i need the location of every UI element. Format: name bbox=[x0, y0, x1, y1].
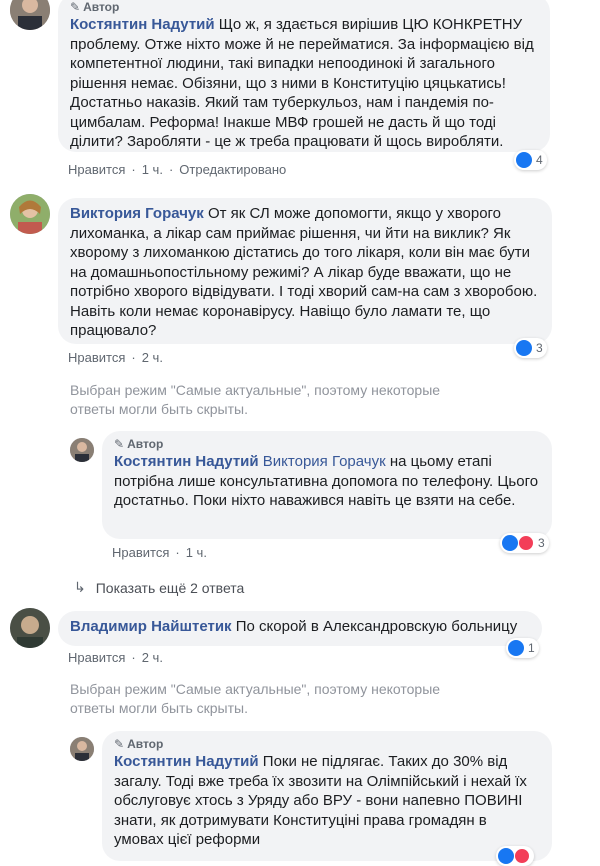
comment-text: По скорой в Александровскую больницу bbox=[235, 618, 518, 635]
like-icon bbox=[502, 535, 518, 551]
comment-actions: Нравится · 2 ч. bbox=[68, 650, 163, 665]
like-icon bbox=[508, 640, 524, 656]
pencil-icon: ✎ bbox=[114, 437, 125, 451]
like-button[interactable]: Нравится bbox=[68, 350, 125, 365]
reaction-count[interactable]: 1 bbox=[506, 638, 539, 658]
comment-author[interactable]: Костянтин Надутий bbox=[114, 453, 259, 470]
avatar[interactable] bbox=[70, 438, 94, 462]
like-button[interactable]: Нравится bbox=[68, 162, 125, 177]
timestamp[interactable]: 1 ч. bbox=[142, 162, 163, 177]
reaction-count[interactable]: 3 bbox=[514, 338, 547, 358]
avatar[interactable] bbox=[10, 194, 50, 234]
mention-link[interactable]: Виктория Горачук bbox=[263, 453, 386, 470]
pencil-icon: ✎ bbox=[70, 0, 81, 14]
like-icon bbox=[516, 340, 532, 356]
edited-label[interactable]: Отредактировано bbox=[179, 162, 286, 177]
comment-actions: Нравится · 1 ч. · Отредактировано bbox=[68, 162, 287, 177]
comment-author[interactable]: Костянтин Надутий bbox=[114, 753, 259, 770]
reaction-count[interactable]: 4 bbox=[514, 150, 547, 170]
show-more-replies[interactable]: ↳ Показать ещё 2 ответа bbox=[74, 579, 244, 596]
comment-text: Що ж, я здається вирішив ЦЮ КОНКРЕТНУ пр… bbox=[70, 16, 534, 150]
comment-bubble: Владимир Найштетик По скорой в Александр… bbox=[58, 611, 542, 646]
author-badge: ✎ Автор bbox=[70, 0, 120, 14]
timestamp[interactable]: 2 ч. bbox=[142, 350, 163, 365]
avatar[interactable] bbox=[10, 608, 50, 648]
comment-author[interactable]: Костянтин Надутий bbox=[70, 16, 215, 33]
comment-text: От як СЛ може допомогти, якщо у хворого … bbox=[70, 205, 538, 339]
reaction-count[interactable]: 3 bbox=[500, 533, 549, 553]
comment-author[interactable]: Владимир Найштетик bbox=[70, 618, 232, 635]
avatar[interactable] bbox=[10, 0, 50, 30]
pencil-icon: ✎ bbox=[114, 737, 125, 751]
like-icon bbox=[498, 848, 514, 864]
comment-bubble: Виктория Горачук От як СЛ може допомогти… bbox=[58, 198, 552, 344]
author-badge: ✎ Автор bbox=[114, 737, 164, 751]
like-button[interactable]: Нравится bbox=[68, 650, 125, 665]
reply-arrow-icon: ↳ bbox=[74, 579, 86, 595]
like-button[interactable]: Нравится bbox=[112, 545, 169, 560]
timestamp[interactable]: 1 ч. bbox=[186, 545, 207, 560]
comment-author[interactable]: Виктория Горачук bbox=[70, 205, 204, 222]
comment-actions: Нравится · 1 ч. bbox=[112, 545, 207, 560]
filter-notice: Выбран режим "Самые актуальные", поэтому… bbox=[70, 382, 441, 417]
love-icon bbox=[518, 535, 534, 551]
reaction-count[interactable] bbox=[496, 846, 534, 866]
comment-bubble: ✎ Автор Костянтин Надутий Що ж, я здаєтьс… bbox=[58, 0, 550, 152]
timestamp[interactable]: 2 ч. bbox=[142, 650, 163, 665]
love-icon bbox=[514, 848, 530, 864]
reply-bubble: ✎ Автор Костянтин Надутий Виктория Горачу… bbox=[102, 431, 552, 539]
like-icon bbox=[516, 152, 532, 168]
reply-bubble: ✎ Автор Костянтин Надутий Поки не підляга… bbox=[102, 731, 552, 861]
author-badge: ✎ Автор bbox=[114, 437, 164, 451]
filter-notice: Выбран режим "Самые актуальные", поэтому… bbox=[70, 681, 441, 716]
comment-actions: Нравится · 2 ч. bbox=[68, 350, 163, 365]
avatar[interactable] bbox=[70, 737, 94, 761]
